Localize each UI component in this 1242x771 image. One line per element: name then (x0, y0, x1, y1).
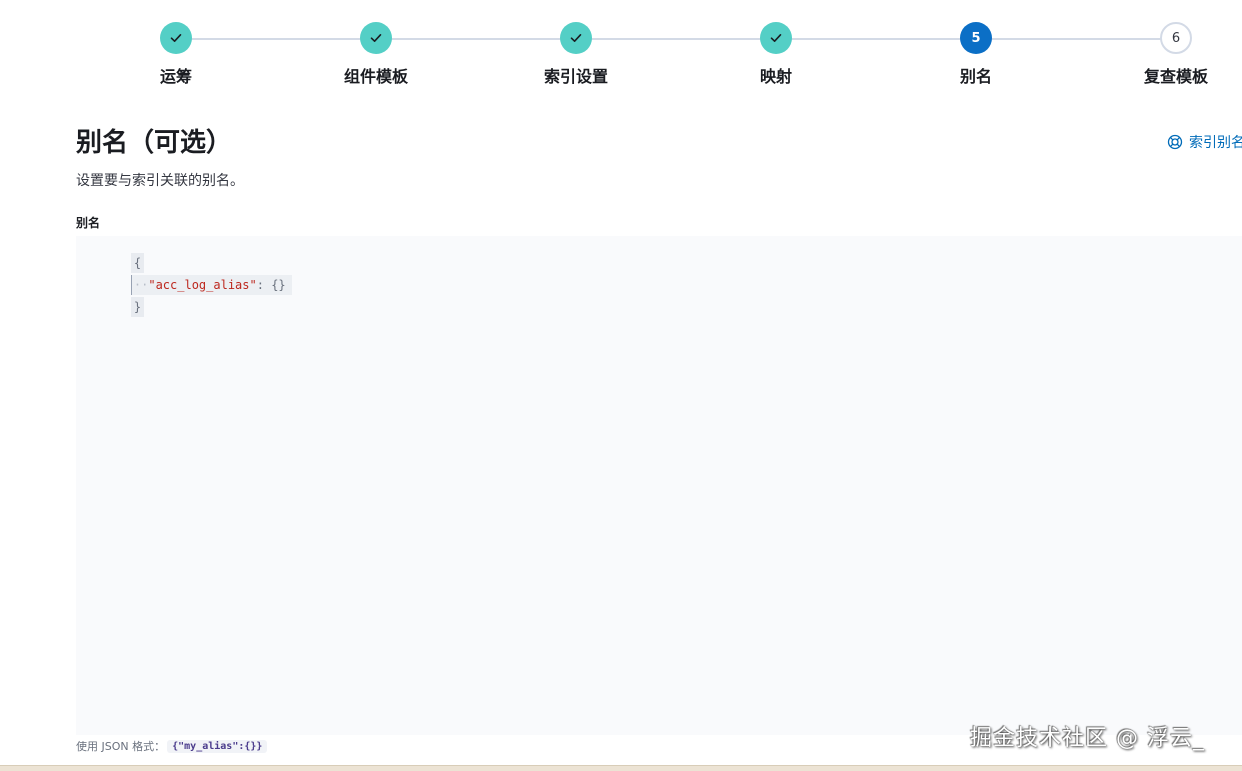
index-alias-docs-link[interactable]: 索引别名 (1167, 132, 1242, 152)
page-description: 设置要与索引关联的别名。 (76, 173, 244, 189)
code-line-3: } (102, 277, 145, 317)
step-6[interactable]: 6 复查模板 (1111, 22, 1241, 87)
step-1[interactable]: 运筹 (111, 22, 241, 87)
step-label: 索引设置 (543, 67, 608, 86)
step-5[interactable]: 5 别名 (911, 22, 1041, 87)
check-icon (770, 34, 782, 42)
step-complete-circle (360, 22, 392, 54)
step-complete-circle (160, 22, 192, 54)
json-colon: : (256, 278, 272, 292)
watermark: 掘金技术社区 @ 浮云_ (970, 726, 1205, 751)
code-line-1: { (102, 233, 145, 273)
json-format-help: 使用 JSON 格式： {"my_alias":{}} (76, 738, 268, 754)
step-3[interactable]: 索引设置 (511, 22, 641, 87)
check-icon (370, 34, 382, 42)
step-complete-circle (560, 22, 592, 54)
alias-value: {} (271, 278, 286, 292)
step-label: 复查模板 (1143, 67, 1208, 86)
step-number-circle: 6 (1160, 22, 1192, 54)
code-line-2: ··"acc_log_alias": {} (102, 255, 292, 295)
step-label: 映射 (759, 67, 792, 86)
step-4[interactable]: 映射 (711, 22, 841, 87)
step-2[interactable]: 组件模板 (311, 22, 441, 87)
step-label: 组件模板 (343, 67, 408, 86)
alias-key: "acc_log_alias" (148, 278, 257, 292)
page-title: 别名（可选） (76, 128, 233, 158)
help-prefix: 使用 JSON 格式： (76, 740, 166, 753)
json-entry: ··"acc_log_alias": {} (130, 275, 292, 295)
lifebuoy-icon (1167, 134, 1183, 150)
help-example-code: {"my_alias":{}} (167, 739, 268, 753)
docs-link-label: 索引别名 (1189, 135, 1242, 151)
close-brace: } (130, 297, 145, 317)
steps-progress: 运筹 组件模板 索引设置 映射 5 别名 6 复查模板 (0, 0, 1242, 100)
step-complete-circle (760, 22, 792, 54)
step-label: 别名 (959, 67, 992, 86)
step-number-circle: 5 (960, 22, 992, 54)
bottom-bar (0, 765, 1242, 771)
aliases-field-label: 别名 (76, 216, 101, 230)
step-label: 运筹 (159, 67, 192, 86)
aliases-json-editor[interactable]: { ··"acc_log_alias": {} } (76, 236, 1242, 735)
check-icon (170, 34, 182, 42)
check-icon (570, 34, 582, 42)
